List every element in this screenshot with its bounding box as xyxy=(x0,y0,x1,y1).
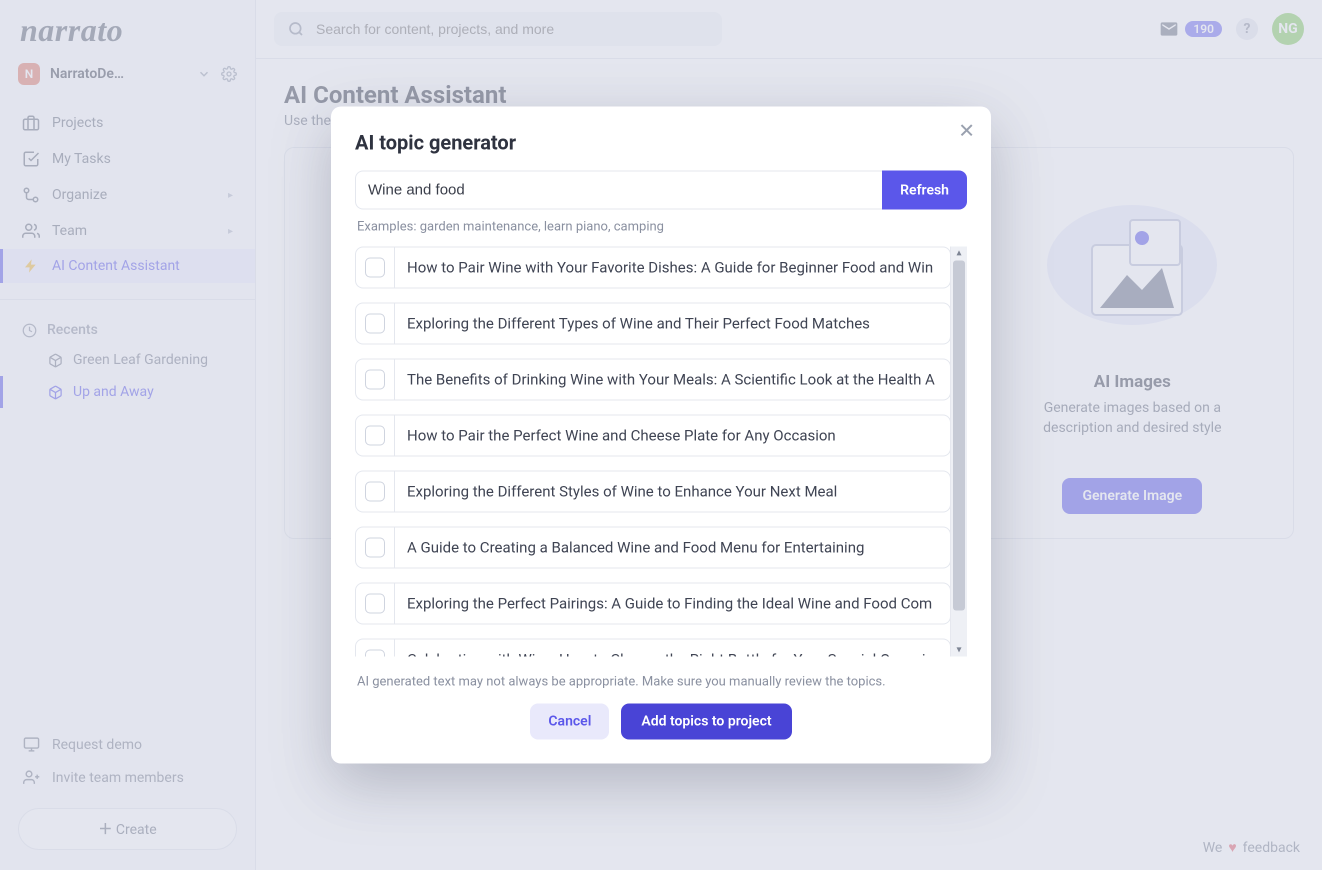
result-text[interactable]: Exploring the Different Styles of Wine t… xyxy=(394,471,951,513)
result-text[interactable]: How to Pair the Perfect Wine and Cheese … xyxy=(394,415,951,457)
disclaimer-text: AI generated text may not always be appr… xyxy=(357,675,965,690)
scroll-up-icon[interactable]: ▴ xyxy=(951,248,967,259)
results-list: How to Pair Wine with Your Favorite Dish… xyxy=(355,247,967,657)
result-row: Exploring the Different Styles of Wine t… xyxy=(355,471,951,513)
result-text[interactable]: The Benefits of Drinking Wine with Your … xyxy=(394,359,951,401)
result-checkbox[interactable] xyxy=(355,639,394,657)
topic-input[interactable] xyxy=(355,171,882,210)
result-row: How to Pair the Perfect Wine and Cheese … xyxy=(355,415,951,457)
result-row: How to Pair Wine with Your Favorite Dish… xyxy=(355,247,951,289)
topic-input-row: Refresh xyxy=(355,171,967,210)
results-container: How to Pair Wine with Your Favorite Dish… xyxy=(355,247,967,657)
scrollbar-thumb[interactable] xyxy=(953,261,965,611)
result-row: Exploring the Different Types of Wine an… xyxy=(355,303,951,345)
close-icon[interactable]: ✕ xyxy=(958,121,975,141)
result-checkbox[interactable] xyxy=(355,471,394,513)
result-text[interactable]: Celebrating with Wine: How to Choose the… xyxy=(394,639,951,657)
result-text[interactable]: Exploring the Perfect Pairings: A Guide … xyxy=(394,583,951,625)
scroll-down-icon[interactable]: ▾ xyxy=(951,645,967,656)
refresh-button[interactable]: Refresh xyxy=(882,171,967,210)
result-text[interactable]: A Guide to Creating a Balanced Wine and … xyxy=(394,527,951,569)
result-row: Celebrating with Wine: How to Choose the… xyxy=(355,639,951,657)
result-text[interactable]: Exploring the Different Types of Wine an… xyxy=(394,303,951,345)
result-text[interactable]: How to Pair Wine with Your Favorite Dish… xyxy=(394,247,951,289)
scrollbar-track[interactable]: ▴ ▾ xyxy=(950,247,967,657)
examples-hint: Examples: garden maintenance, learn pian… xyxy=(357,220,965,235)
result-checkbox[interactable] xyxy=(355,303,394,345)
cancel-button[interactable]: Cancel xyxy=(530,704,609,740)
result-row: A Guide to Creating a Balanced Wine and … xyxy=(355,527,951,569)
result-checkbox[interactable] xyxy=(355,415,394,457)
result-checkbox[interactable] xyxy=(355,527,394,569)
result-row: Exploring the Perfect Pairings: A Guide … xyxy=(355,583,951,625)
result-checkbox[interactable] xyxy=(355,583,394,625)
ai-topic-generator-modal: ✕ AI topic generator Refresh Examples: g… xyxy=(331,107,991,764)
result-checkbox[interactable] xyxy=(355,247,394,289)
add-topics-button[interactable]: Add topics to project xyxy=(621,704,791,740)
modal-actions: Cancel Add topics to project xyxy=(355,704,967,740)
modal-title: AI topic generator xyxy=(355,131,967,155)
result-checkbox[interactable] xyxy=(355,359,394,401)
result-row: The Benefits of Drinking Wine with Your … xyxy=(355,359,951,401)
